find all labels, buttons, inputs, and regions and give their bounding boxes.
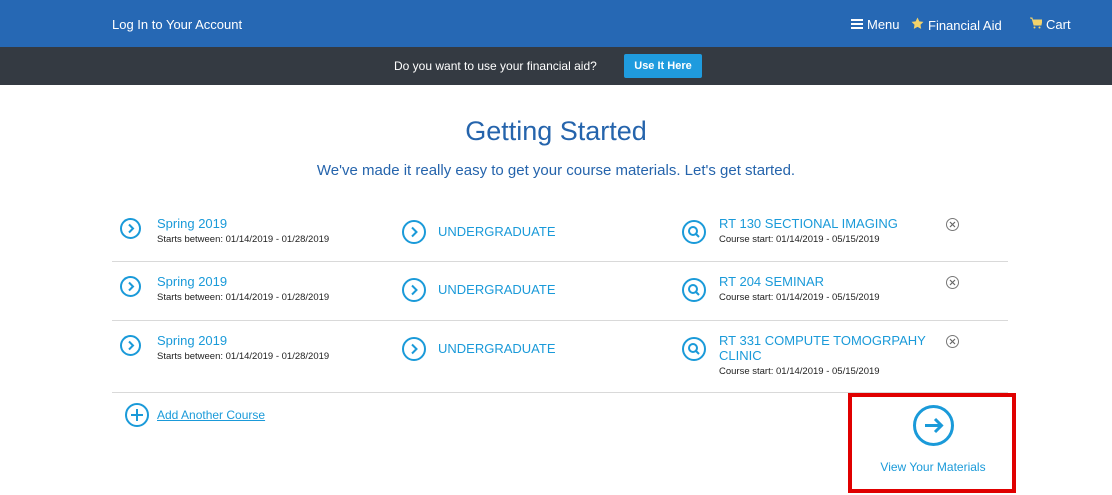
level-name[interactable]: UNDERGRADUATE: [438, 341, 638, 356]
chevron-right-circle-icon: [402, 337, 426, 361]
search-circle-icon: [682, 337, 706, 361]
page-subtitle: We've made it really easy to get your co…: [316, 162, 796, 179]
page-title: Getting Started: [465, 116, 647, 146]
close-circle-icon[interactable]: [946, 335, 959, 348]
financial-aid-label: Financial Aid: [928, 17, 1002, 33]
course-row: Spring 2019 Starts between: 01/14/2019 -…: [112, 321, 1008, 392]
search-circle-icon: [682, 220, 706, 244]
cart-label: Cart: [1046, 17, 1071, 32]
level-name[interactable]: UNDERGRADUATE: [438, 224, 638, 239]
course-name[interactable]: RT 130 SECTIONAL IMAGING: [719, 216, 944, 231]
chevron-right-circle-icon: [120, 218, 141, 239]
financial-aid-link[interactable]: Financial Aid: [911, 17, 1002, 33]
star-icon: [911, 17, 924, 33]
chevron-right-circle-icon: [402, 278, 426, 302]
course-row: Spring 2019 Starts between: 01/14/2019 -…: [112, 262, 1008, 320]
chevron-right-circle-icon: [402, 220, 426, 244]
cart-icon: [1030, 17, 1043, 32]
financial-aid-question: Do you want to use your financial aid?: [394, 59, 597, 73]
menu-label: Menu: [867, 17, 900, 32]
course-dates: Course start: 01/14/2019 - 05/15/2019: [719, 234, 880, 245]
level-name[interactable]: UNDERGRADUATE: [438, 282, 638, 297]
course-dates: Course start: 01/14/2019 - 05/15/2019: [719, 366, 880, 377]
menu-button[interactable]: Menu: [851, 17, 900, 32]
term-dates: Starts between: 01/14/2019 - 01/28/2019: [157, 351, 330, 362]
term-dates: Starts between: 01/14/2019 - 01/28/2019: [157, 234, 330, 245]
course-row: Spring 2019 Starts between: 01/14/2019 -…: [112, 204, 1008, 261]
view-materials-button[interactable]: View Your Materials: [872, 405, 994, 474]
course-dates: Course start: 01/14/2019 - 05/15/2019: [719, 292, 880, 303]
close-circle-icon[interactable]: [946, 218, 959, 231]
search-circle-icon: [682, 278, 706, 302]
term-name[interactable]: Spring 2019: [157, 216, 377, 231]
top-header: Log In to Your Account Menu Financial Ai…: [0, 0, 1112, 47]
hamburger-icon: [851, 17, 863, 32]
use-it-here-button[interactable]: Use It Here: [624, 54, 702, 78]
chevron-right-circle-icon: [120, 276, 141, 297]
term-name[interactable]: Spring 2019: [157, 274, 377, 289]
add-course-label[interactable]: Add Another Course: [157, 408, 265, 422]
login-link[interactable]: Log In to Your Account: [112, 17, 242, 32]
financial-aid-banner: Do you want to use your financial aid? U…: [0, 47, 1112, 85]
course-name[interactable]: RT 204 SEMINAR: [719, 274, 944, 289]
term-dates: Starts between: 01/14/2019 - 01/28/2019: [157, 292, 330, 303]
view-materials-label[interactable]: View Your Materials: [872, 460, 994, 474]
term-name[interactable]: Spring 2019: [157, 333, 377, 348]
chevron-right-circle-icon: [120, 335, 141, 356]
arrow-right-circle-icon: [912, 405, 954, 446]
course-name[interactable]: RT 331 COMPUTE TOMOGRPAHY CLINIC: [719, 333, 939, 363]
plus-circle-icon: [125, 403, 149, 427]
close-circle-icon[interactable]: [946, 276, 959, 289]
add-course-button[interactable]: Add Another Course: [125, 403, 265, 427]
cart-link[interactable]: Cart: [1030, 17, 1071, 32]
